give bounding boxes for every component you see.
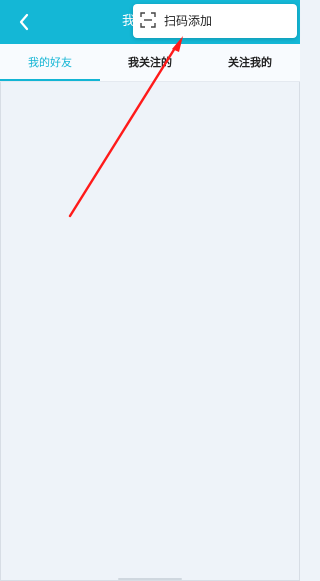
scan-icon [140,12,156,28]
selected-tab-indicator [0,79,100,81]
page-frame [0,0,300,581]
gesture-bar [118,578,182,580]
tab-followers[interactable]: 关注我的 [200,44,300,81]
friends-tabs: 我的好友 我关注的 关注我的 [0,44,300,82]
back-button[interactable] [12,10,36,34]
scan-add-menu-item[interactable]: 扫码添加 [133,4,297,38]
dropdown-menu: 扫码添加 [133,4,297,38]
chevron-left-icon [19,13,29,31]
scan-add-label: 扫码添加 [164,14,213,28]
tab-my-friends[interactable]: 我的好友 [0,44,100,81]
tab-following[interactable]: 我关注的 [100,44,200,81]
